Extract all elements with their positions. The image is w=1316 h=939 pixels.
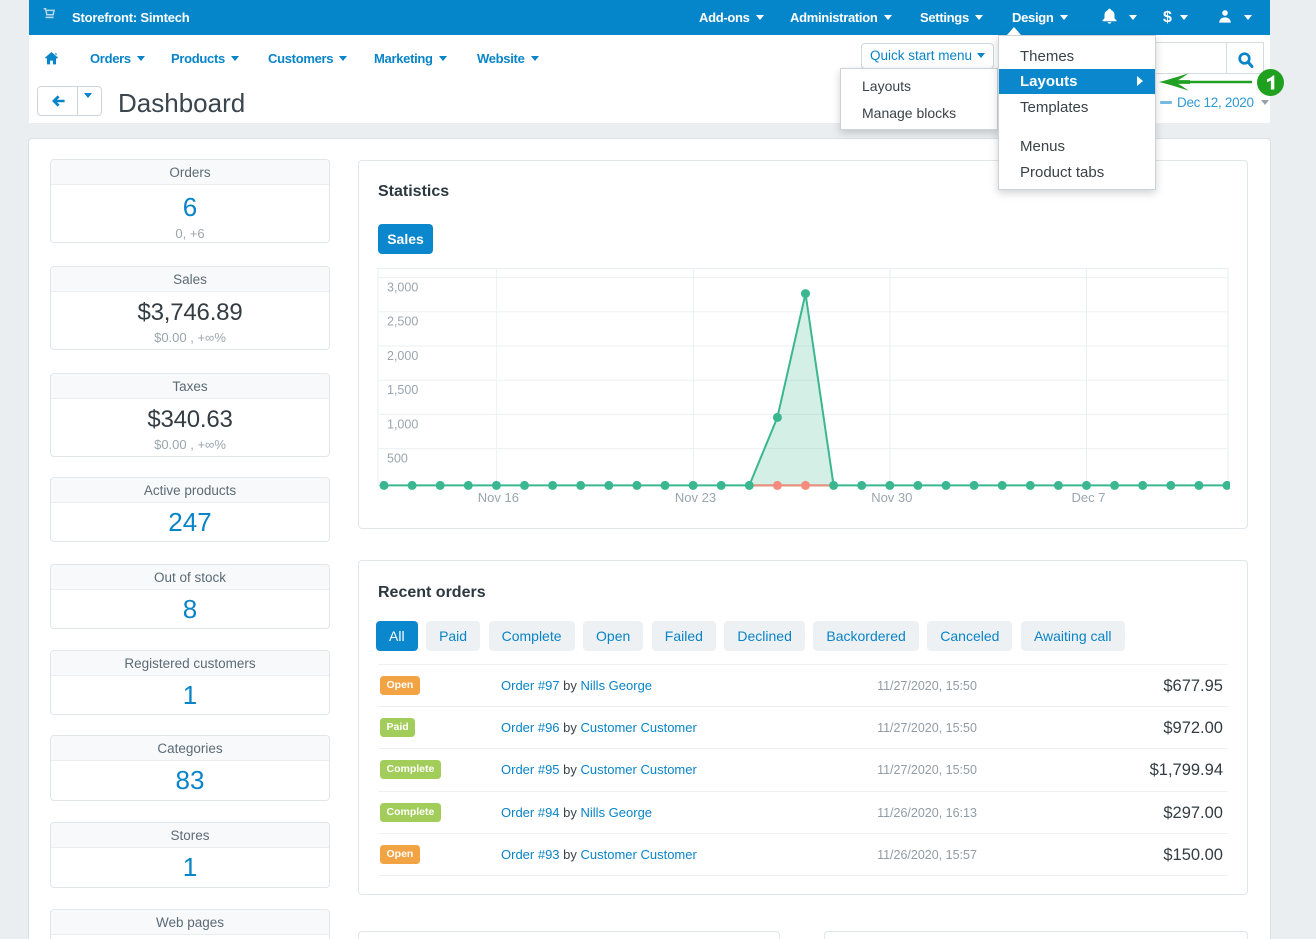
svg-text:500: 500 [387, 452, 408, 466]
svg-text:2,000: 2,000 [387, 349, 418, 363]
svg-text:1,000: 1,000 [387, 417, 418, 431]
svg-text:Nov 23: Nov 23 [675, 490, 716, 505]
svg-text:2,500: 2,500 [387, 315, 418, 329]
svg-text:Nov 16: Nov 16 [478, 490, 519, 505]
svg-text:Nov 30: Nov 30 [871, 490, 912, 505]
svg-text:Dec 7: Dec 7 [1072, 490, 1106, 505]
svg-text:1,500: 1,500 [387, 383, 418, 397]
svg-text:3,000: 3,000 [387, 281, 418, 295]
